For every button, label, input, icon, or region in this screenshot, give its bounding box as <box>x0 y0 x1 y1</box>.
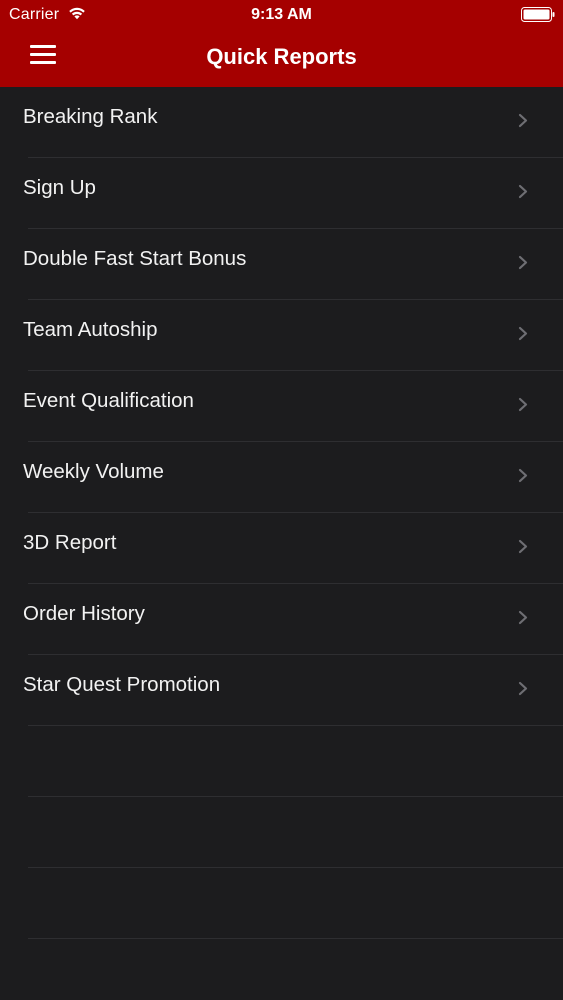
divider <box>28 938 563 939</box>
list-item-breaking-rank[interactable]: Breaking Rank <box>0 87 563 158</box>
app-header: Carrier 9:13 AM Quick Reports <box>0 0 563 87</box>
list-item-star-quest-promotion[interactable]: Star Quest Promotion <box>0 655 563 726</box>
navigation-bar: Quick Reports <box>0 30 563 87</box>
list-item-event-qualification[interactable]: Event Qualification <box>0 371 563 442</box>
list-item-label: Event Qualification <box>23 389 194 412</box>
list-item-label: Team Autoship <box>23 318 158 341</box>
list-item-label: Order History <box>23 602 145 625</box>
clock-time: 9:13 AM <box>251 6 312 23</box>
reports-list: Breaking Rank Sign Up Double Fast Start … <box>0 87 563 1000</box>
chevron-right-icon <box>518 255 528 270</box>
list-item-3d-report[interactable]: 3D Report <box>0 513 563 584</box>
list-item-label: Sign Up <box>23 176 96 199</box>
chevron-right-icon <box>518 326 528 341</box>
list-item-team-autoship[interactable]: Team Autoship <box>0 300 563 371</box>
page-title: Quick Reports <box>206 44 357 69</box>
chevron-right-icon <box>518 113 528 128</box>
empty-row <box>0 868 563 939</box>
list-item-label: 3D Report <box>23 531 117 554</box>
list-item-weekly-volume[interactable]: Weekly Volume <box>0 442 563 513</box>
status-bar: Carrier 9:13 AM <box>0 0 563 30</box>
chevron-right-icon <box>518 468 528 483</box>
list-item-order-history[interactable]: Order History <box>0 584 563 655</box>
chevron-right-icon <box>518 539 528 554</box>
list-item-sign-up[interactable]: Sign Up <box>0 158 563 229</box>
list-item-label: Star Quest Promotion <box>23 673 221 696</box>
chevron-right-icon <box>518 610 528 625</box>
chevron-right-icon <box>518 184 528 199</box>
list-item-label: Weekly Volume <box>23 460 164 483</box>
list-item-label: Breaking Rank <box>23 105 158 128</box>
chevron-right-icon <box>518 681 528 696</box>
empty-row <box>0 797 563 868</box>
list-item-double-fast-start-bonus[interactable]: Double Fast Start Bonus <box>0 229 563 300</box>
battery-icon <box>521 7 555 22</box>
empty-row <box>0 726 563 797</box>
list-item-label: Double Fast Start Bonus <box>23 247 247 270</box>
chevron-right-icon <box>518 397 528 412</box>
